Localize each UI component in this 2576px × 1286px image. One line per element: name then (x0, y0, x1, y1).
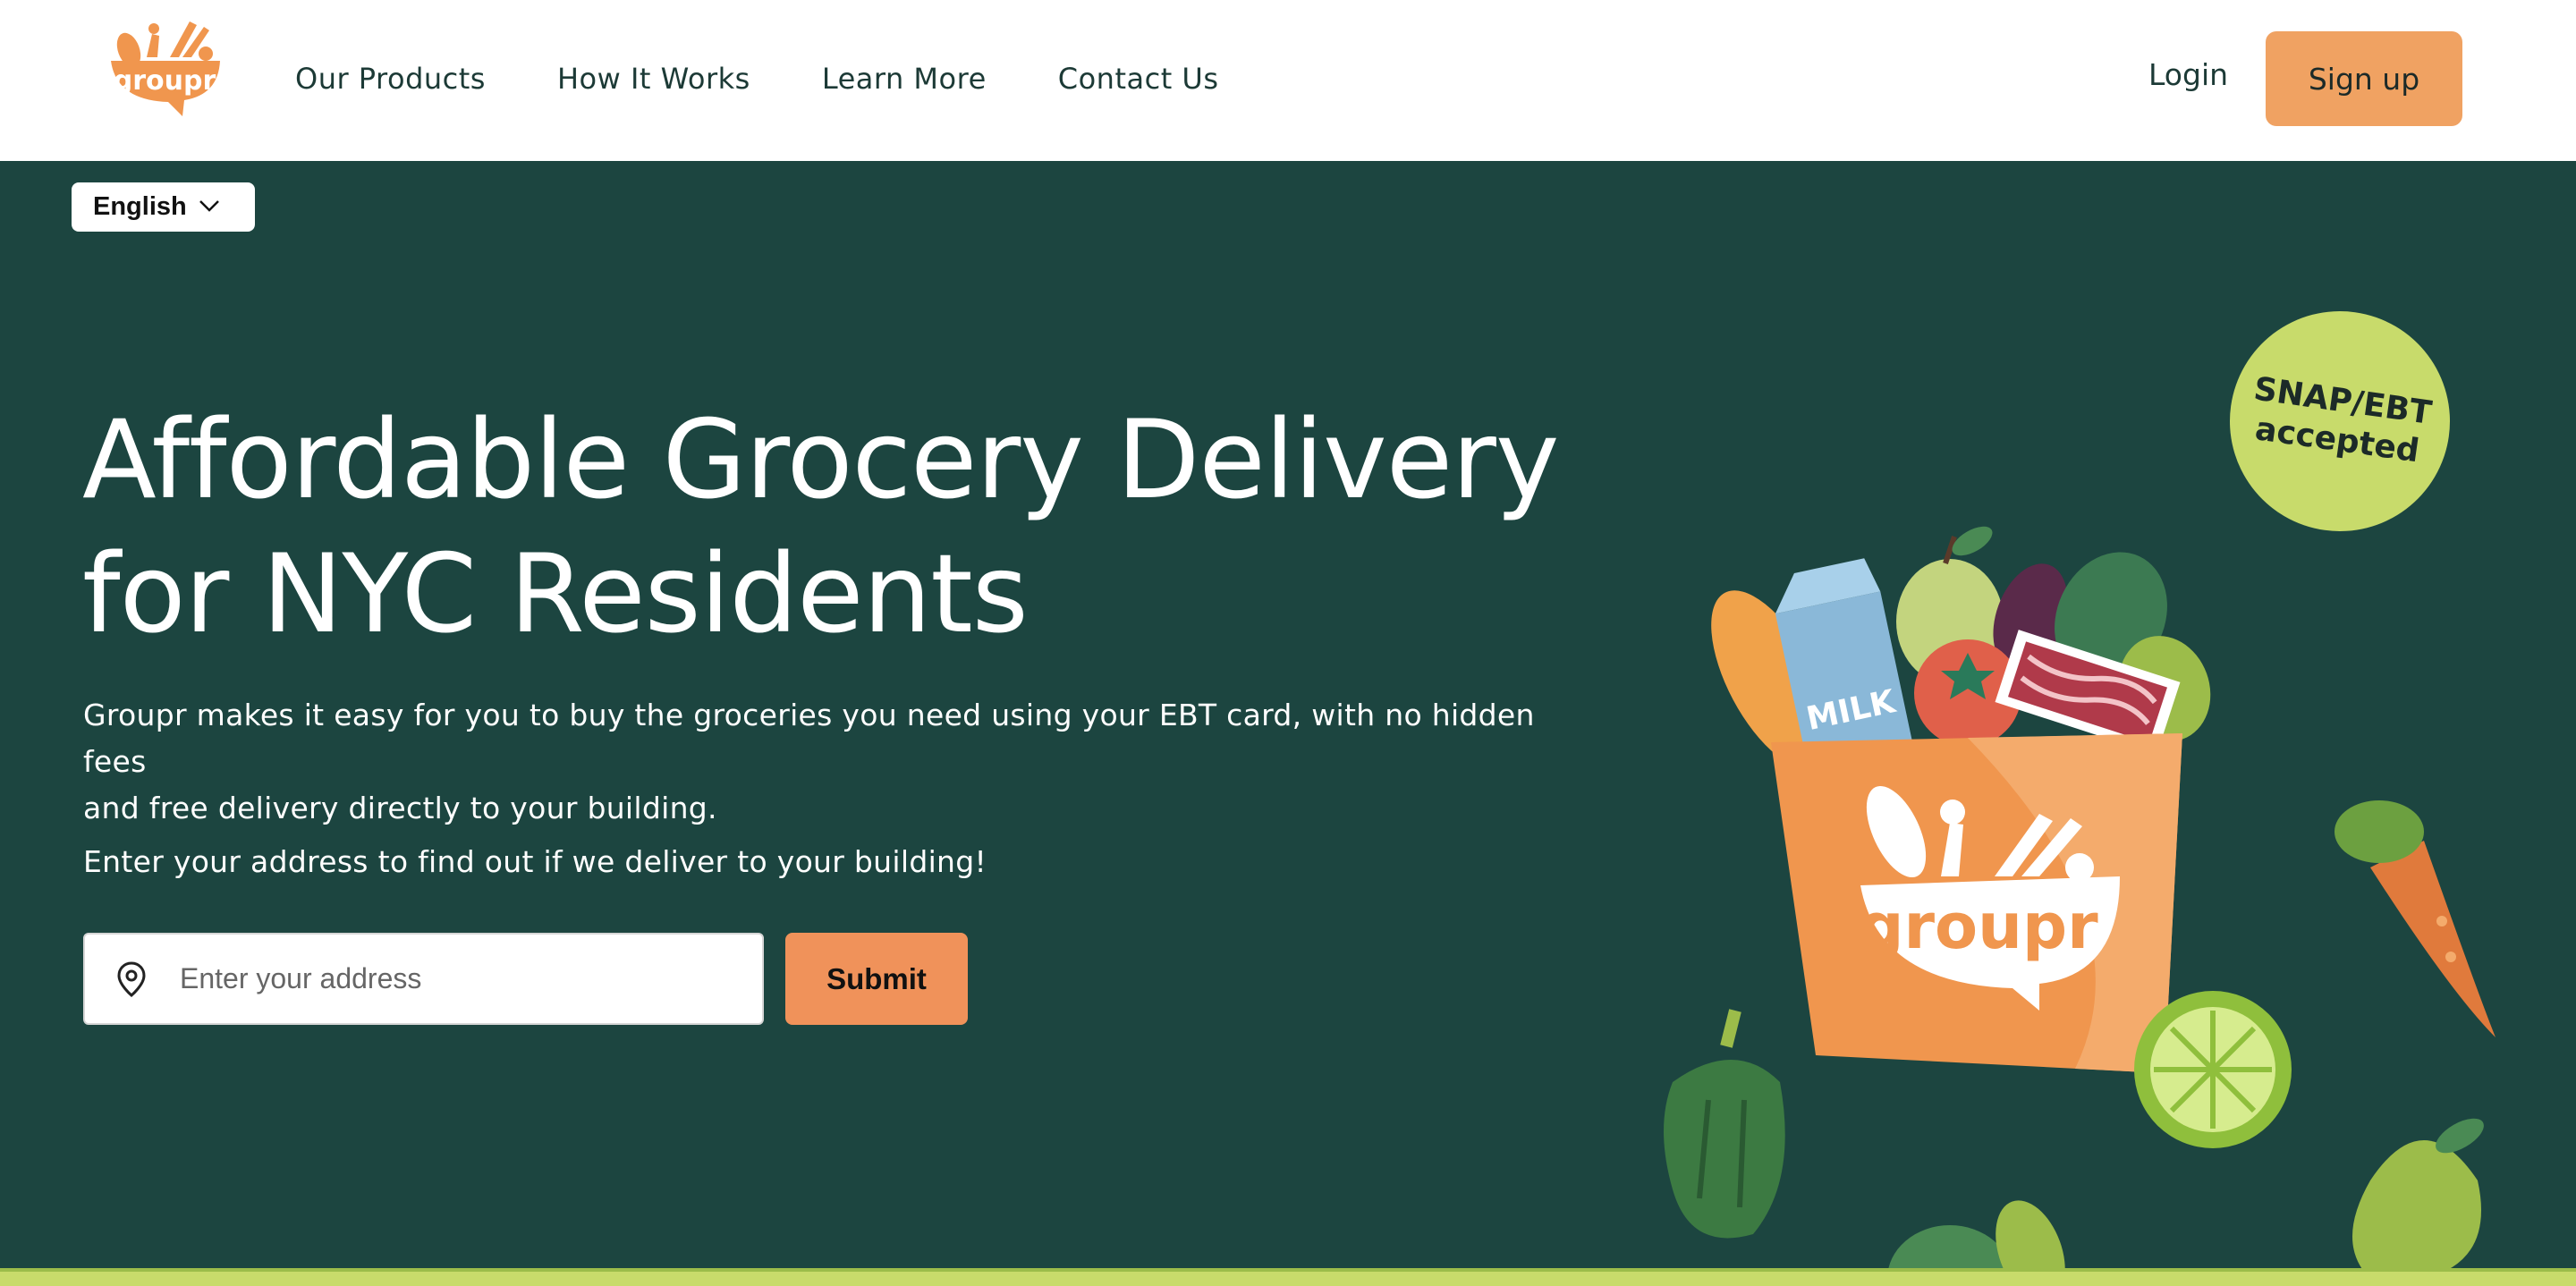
hero-subtitle-line1: Groupr makes it easy for you to buy the … (83, 698, 1535, 779)
language-select-value: English (93, 192, 187, 221)
signup-button[interactable]: Sign up (2266, 31, 2462, 126)
chevron-down-icon (198, 197, 221, 218)
bag-logo-text: groupr (1859, 890, 2098, 963)
login-link[interactable]: Login (2148, 57, 2228, 92)
address-prompt: Enter your address to find out if we del… (83, 844, 987, 879)
groupr-logo[interactable]: groupr (107, 18, 224, 121)
logo-wordmark: groupr (114, 65, 216, 97)
hero-title: Affordable Grocery Delivery for NYC Resi… (82, 393, 1603, 662)
nav-learn-more[interactable]: Learn More (822, 62, 987, 96)
submit-button[interactable]: Submit (785, 933, 968, 1025)
language-select[interactable]: English (72, 182, 255, 232)
nav-how-it-works[interactable]: How It Works (557, 62, 750, 96)
location-pin-icon (112, 960, 151, 999)
grocery-bag-illustration: MILK groupr (1664, 526, 2496, 1279)
hero-subtitle: Groupr makes it easy for you to buy the … (83, 692, 1604, 832)
bottom-divider (0, 1268, 2576, 1286)
main-nav: Our Products How It Works Learn More Con… (295, 0, 1219, 157)
nav-our-products[interactable]: Our Products (295, 62, 486, 96)
hero-title-line1: Affordable Grocery Delivery (82, 397, 1560, 523)
hero-subtitle-line2: and free delivery directly to your build… (83, 791, 717, 825)
nav-contact-us[interactable]: Contact Us (1058, 62, 1219, 96)
hero-title-line2: for NYC Residents (82, 531, 1029, 657)
address-input[interactable] (180, 962, 716, 995)
site-header: groupr Our Products How It Works Learn M… (0, 0, 2576, 161)
address-field[interactable] (83, 933, 764, 1025)
